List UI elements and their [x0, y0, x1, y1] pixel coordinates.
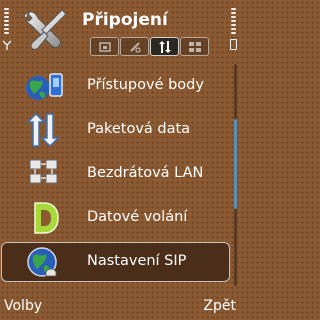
wlan-icon — [29, 159, 58, 184]
antenna-icon — [2, 40, 12, 50]
tab-connections[interactable] — [90, 37, 119, 56]
options-softkey[interactable]: Volby — [4, 298, 42, 314]
signal-strength-bar — [4, 8, 9, 36]
list-item-data-call[interactable]: Datové volání — [0, 196, 232, 240]
back-softkey[interactable]: Zpět — [203, 298, 236, 314]
list-item-label: Přístupové body — [87, 77, 204, 93]
access-point-icon — [26, 73, 63, 100]
tab-packet-data-icon — [158, 40, 171, 53]
tab-grid-icon — [188, 41, 201, 52]
connectivity-screen: Připojení Přístupové body Paketová data … — [0, 0, 240, 320]
battery-level-bar — [231, 8, 236, 36]
data-call-icon — [34, 202, 59, 234]
title-pane: Připojení — [0, 0, 240, 62]
tab-grid[interactable] — [180, 37, 209, 56]
page-title: Připojení — [82, 10, 168, 30]
list-item-label: Nastavení SIP — [87, 253, 187, 269]
list-item-label: Datové volání — [87, 209, 188, 225]
scroll-thumb[interactable] — [234, 119, 237, 209]
tab-packet-data[interactable] — [150, 37, 179, 56]
list-item-packet-data[interactable]: Paketová data — [0, 108, 232, 152]
tab-phone[interactable] — [120, 37, 149, 56]
tab-bar — [90, 37, 211, 57]
scrollbar[interactable] — [234, 64, 237, 286]
battery-icon — [230, 39, 237, 50]
settings-list: Přístupové body Paketová data Bezdrátová… — [0, 64, 232, 284]
list-item-label: Bezdrátová LAN — [87, 165, 204, 181]
list-item-access-points[interactable]: Přístupové body — [0, 64, 232, 108]
list-item-label: Paketová data — [87, 121, 191, 137]
packet-data-icon — [26, 112, 60, 148]
tools-icon — [23, 9, 67, 50]
list-item-sip-settings[interactable]: Nastavení SIP — [0, 240, 232, 284]
sip-settings-icon — [27, 247, 57, 277]
tab-connections-icon — [98, 41, 111, 52]
tab-phone-icon — [129, 41, 141, 53]
list-item-wlan[interactable]: Bezdrátová LAN — [0, 152, 232, 196]
